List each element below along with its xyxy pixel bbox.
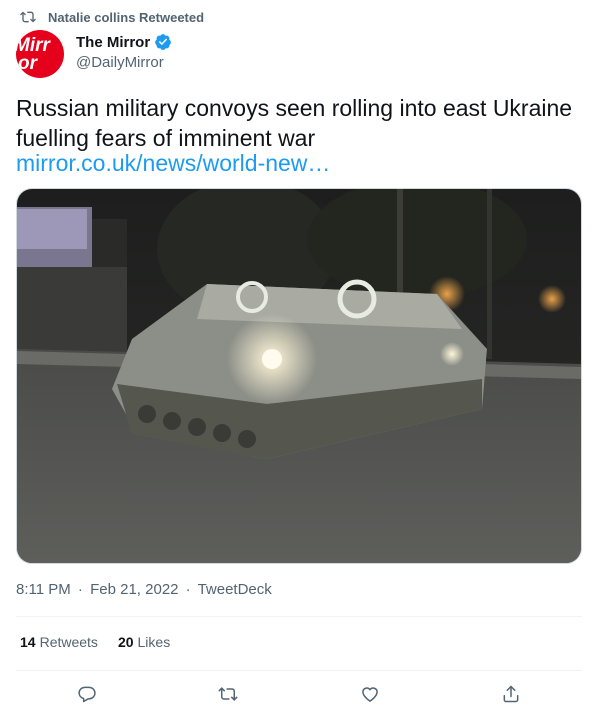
armored-vehicle-photo: [17, 189, 581, 563]
tweet-media-image[interactable]: [16, 188, 582, 564]
reply-icon: [78, 686, 96, 703]
author-info[interactable]: The Mirror @DailyMirror: [76, 32, 172, 71]
divider: [16, 616, 582, 617]
tweet-stats: 14 Retweets 20 Likes: [20, 634, 170, 650]
tweet-source[interactable]: TweetDeck: [198, 581, 272, 598]
share-button[interactable]: [497, 680, 525, 708]
retweets-label: Retweets: [39, 634, 98, 650]
like-icon: [361, 687, 378, 702]
retweet-indicator[interactable]: Natalie collins Retweeted: [20, 8, 204, 26]
retweet-icon: [20, 11, 36, 23]
tweet-card: Natalie collins Retweeted Mirr or The Mi…: [0, 0, 598, 718]
likes-count: 20: [117, 634, 134, 650]
reply-button[interactable]: [73, 680, 101, 708]
likes-label: Likes: [137, 634, 171, 650]
verified-badge-icon: [155, 34, 172, 50]
retweet-icon: [218, 687, 238, 701]
meta-separator: ·: [77, 581, 83, 598]
author-handle[interactable]: @DailyMirror: [76, 54, 172, 71]
like-button[interactable]: [356, 680, 384, 708]
tweet-link[interactable]: mirror.co.uk/news/world-new…: [16, 148, 330, 178]
share-icon: [503, 685, 519, 703]
avatar[interactable]: Mirr or: [16, 30, 64, 78]
meta-separator: ·: [185, 581, 191, 598]
tweet-text: Russian military convoys seen rolling in…: [16, 95, 573, 151]
divider: [16, 670, 582, 671]
tweet-meta: 8:11 PM · Feb 21, 2022 · TweetDeck: [16, 581, 272, 598]
retweet-button[interactable]: [214, 680, 242, 708]
svg-text:or: or: [18, 53, 39, 74]
tweet-actions: [16, 680, 582, 708]
retweet-label: Natalie collins Retweeted: [48, 9, 205, 25]
author-name[interactable]: The Mirror: [76, 34, 150, 51]
tweet-time[interactable]: 8:11 PM: [16, 581, 71, 598]
retweets-stat[interactable]: 14 Retweets: [20, 634, 98, 650]
retweets-count: 14: [20, 634, 36, 650]
likes-stat[interactable]: 20 Likes: [118, 634, 170, 650]
tweet-date[interactable]: Feb 21, 2022: [90, 581, 178, 598]
